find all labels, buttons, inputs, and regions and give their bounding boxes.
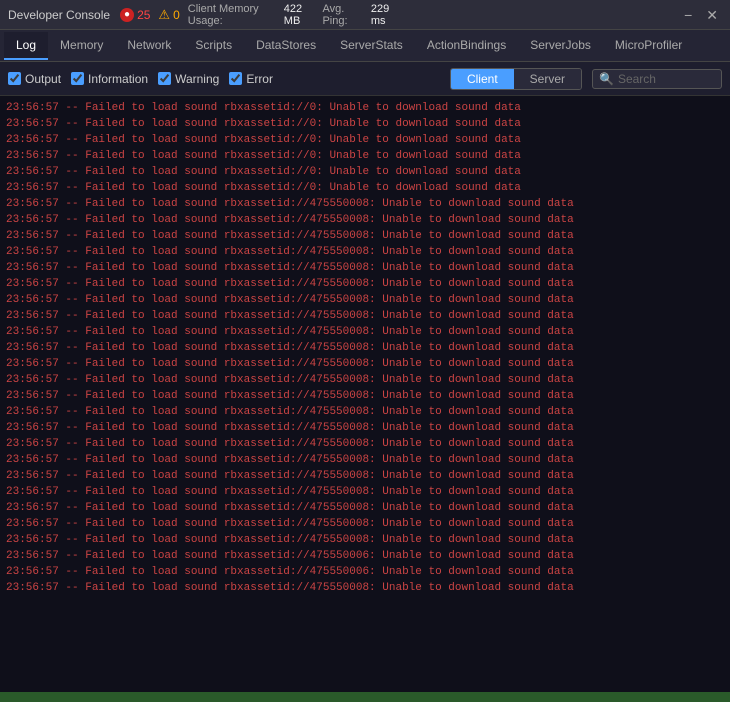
log-line: 23:56:57 -- Failed to load sound rbxasse… — [6, 292, 724, 308]
log-line: 23:56:57 -- Failed to load sound rbxasse… — [6, 276, 724, 292]
log-line: 23:56:57 -- Failed to load sound rbxasse… — [6, 324, 724, 340]
warning-checkbox[interactable] — [158, 72, 171, 85]
status-area: ● 25 ⚠ 0 Client Memory Usage: 422 MB Avg… — [120, 3, 400, 27]
log-line: 23:56:57 -- Failed to load sound rbxasse… — [6, 580, 724, 596]
close-button[interactable]: ✕ — [702, 8, 722, 22]
log-line: 23:56:57 -- Failed to load sound rbxasse… — [6, 500, 724, 516]
tab-microprofiler[interactable]: MicroProfiler — [603, 32, 694, 60]
minimize-button[interactable]: − — [680, 8, 696, 22]
output-filter[interactable]: Output — [8, 72, 61, 86]
search-icon: 🔍 — [599, 72, 614, 86]
warning-triangle-icon: ⚠ — [158, 7, 170, 23]
log-line: 23:56:57 -- Failed to load sound rbxasse… — [6, 548, 724, 564]
log-line: 23:56:57 -- Failed to load sound rbxasse… — [6, 260, 724, 276]
log-line: 23:56:57 -- Failed to load sound rbxasse… — [6, 420, 724, 436]
bottom-status-bar — [0, 692, 730, 702]
tab-serverstats[interactable]: ServerStats — [328, 32, 415, 60]
app-title: Developer Console — [8, 8, 110, 22]
output-label: Output — [25, 72, 61, 86]
log-line: 23:56:57 -- Failed to load sound rbxasse… — [6, 308, 724, 324]
tab-actionbindings[interactable]: ActionBindings — [415, 32, 518, 60]
information-filter[interactable]: Information — [71, 72, 148, 86]
log-line: 23:56:57 -- Failed to load sound rbxasse… — [6, 468, 724, 484]
log-line: 23:56:57 -- Failed to load sound rbxasse… — [6, 452, 724, 468]
log-line: 23:56:57 -- Failed to load sound rbxasse… — [6, 180, 724, 196]
error-count-badge: ● 25 — [120, 8, 150, 22]
log-line: 23:56:57 -- Failed to load sound rbxasse… — [6, 100, 724, 116]
tab-datastores[interactable]: DataStores — [244, 32, 328, 60]
tab-network[interactable]: Network — [115, 32, 183, 60]
log-line: 23:56:57 -- Failed to load sound rbxasse… — [6, 164, 724, 180]
log-line: 23:56:57 -- Failed to load sound rbxasse… — [6, 116, 724, 132]
log-line: 23:56:57 -- Failed to load sound rbxasse… — [6, 132, 724, 148]
log-line: 23:56:57 -- Failed to load sound rbxasse… — [6, 516, 724, 532]
log-line: 23:56:57 -- Failed to load sound rbxasse… — [6, 356, 724, 372]
warning-filter[interactable]: Warning — [158, 72, 219, 86]
tab-scripts[interactable]: Scripts — [183, 32, 244, 60]
log-area[interactable]: 23:56:57 -- Failed to load sound rbxasse… — [0, 96, 730, 698]
log-line: 23:56:57 -- Failed to load sound rbxasse… — [6, 340, 724, 356]
error-label: Error — [246, 72, 273, 86]
log-line: 23:56:57 -- Failed to load sound rbxasse… — [6, 484, 724, 500]
ping-label: Avg. Ping: — [322, 3, 362, 27]
log-line: 23:56:57 -- Failed to load sound rbxasse… — [6, 404, 724, 420]
memory-label: Client Memory Usage: — [188, 3, 276, 27]
information-checkbox[interactable] — [71, 72, 84, 85]
log-line: 23:56:57 -- Failed to load sound rbxasse… — [6, 532, 724, 548]
log-line: 23:56:57 -- Failed to load sound rbxasse… — [6, 436, 724, 452]
memory-value: 422 MB — [284, 3, 315, 27]
tab-log[interactable]: Log — [4, 32, 48, 60]
client-toggle-button[interactable]: Client — [451, 69, 514, 89]
error-filter[interactable]: Error — [229, 72, 273, 86]
client-server-toggle: Client Server — [450, 68, 582, 90]
log-line: 23:56:57 -- Failed to load sound rbxasse… — [6, 244, 724, 260]
log-line: 23:56:57 -- Failed to load sound rbxasse… — [6, 564, 724, 580]
error-checkbox[interactable] — [229, 72, 242, 85]
log-line: 23:56:57 -- Failed to load sound rbxasse… — [6, 228, 724, 244]
search-input[interactable] — [618, 72, 718, 86]
log-line: 23:56:57 -- Failed to load sound rbxasse… — [6, 148, 724, 164]
warning-label: Warning — [175, 72, 219, 86]
log-line: 23:56:57 -- Failed to load sound rbxasse… — [6, 372, 724, 388]
ping-value: 229 ms — [371, 3, 400, 27]
title-bar: Developer Console ● 25 ⚠ 0 Client Memory… — [0, 0, 730, 30]
nav-tabs: LogMemoryNetworkScriptsDataStoresServerS… — [0, 30, 730, 62]
tab-serverjobs[interactable]: ServerJobs — [518, 32, 603, 60]
filter-bar: Output Information Warning Error Client … — [0, 62, 730, 96]
search-box: 🔍 — [592, 69, 722, 89]
error-circle-icon: ● — [120, 8, 134, 22]
log-line: 23:56:57 -- Failed to load sound rbxasse… — [6, 196, 724, 212]
log-line: 23:56:57 -- Failed to load sound rbxasse… — [6, 388, 724, 404]
server-toggle-button[interactable]: Server — [514, 69, 581, 89]
information-label: Information — [88, 72, 148, 86]
log-line: 23:56:57 -- Failed to load sound rbxasse… — [6, 212, 724, 228]
warn-count-badge: ⚠ 0 — [158, 7, 179, 23]
output-checkbox[interactable] — [8, 72, 21, 85]
tab-memory[interactable]: Memory — [48, 32, 115, 60]
window-controls: − ✕ — [680, 8, 722, 22]
